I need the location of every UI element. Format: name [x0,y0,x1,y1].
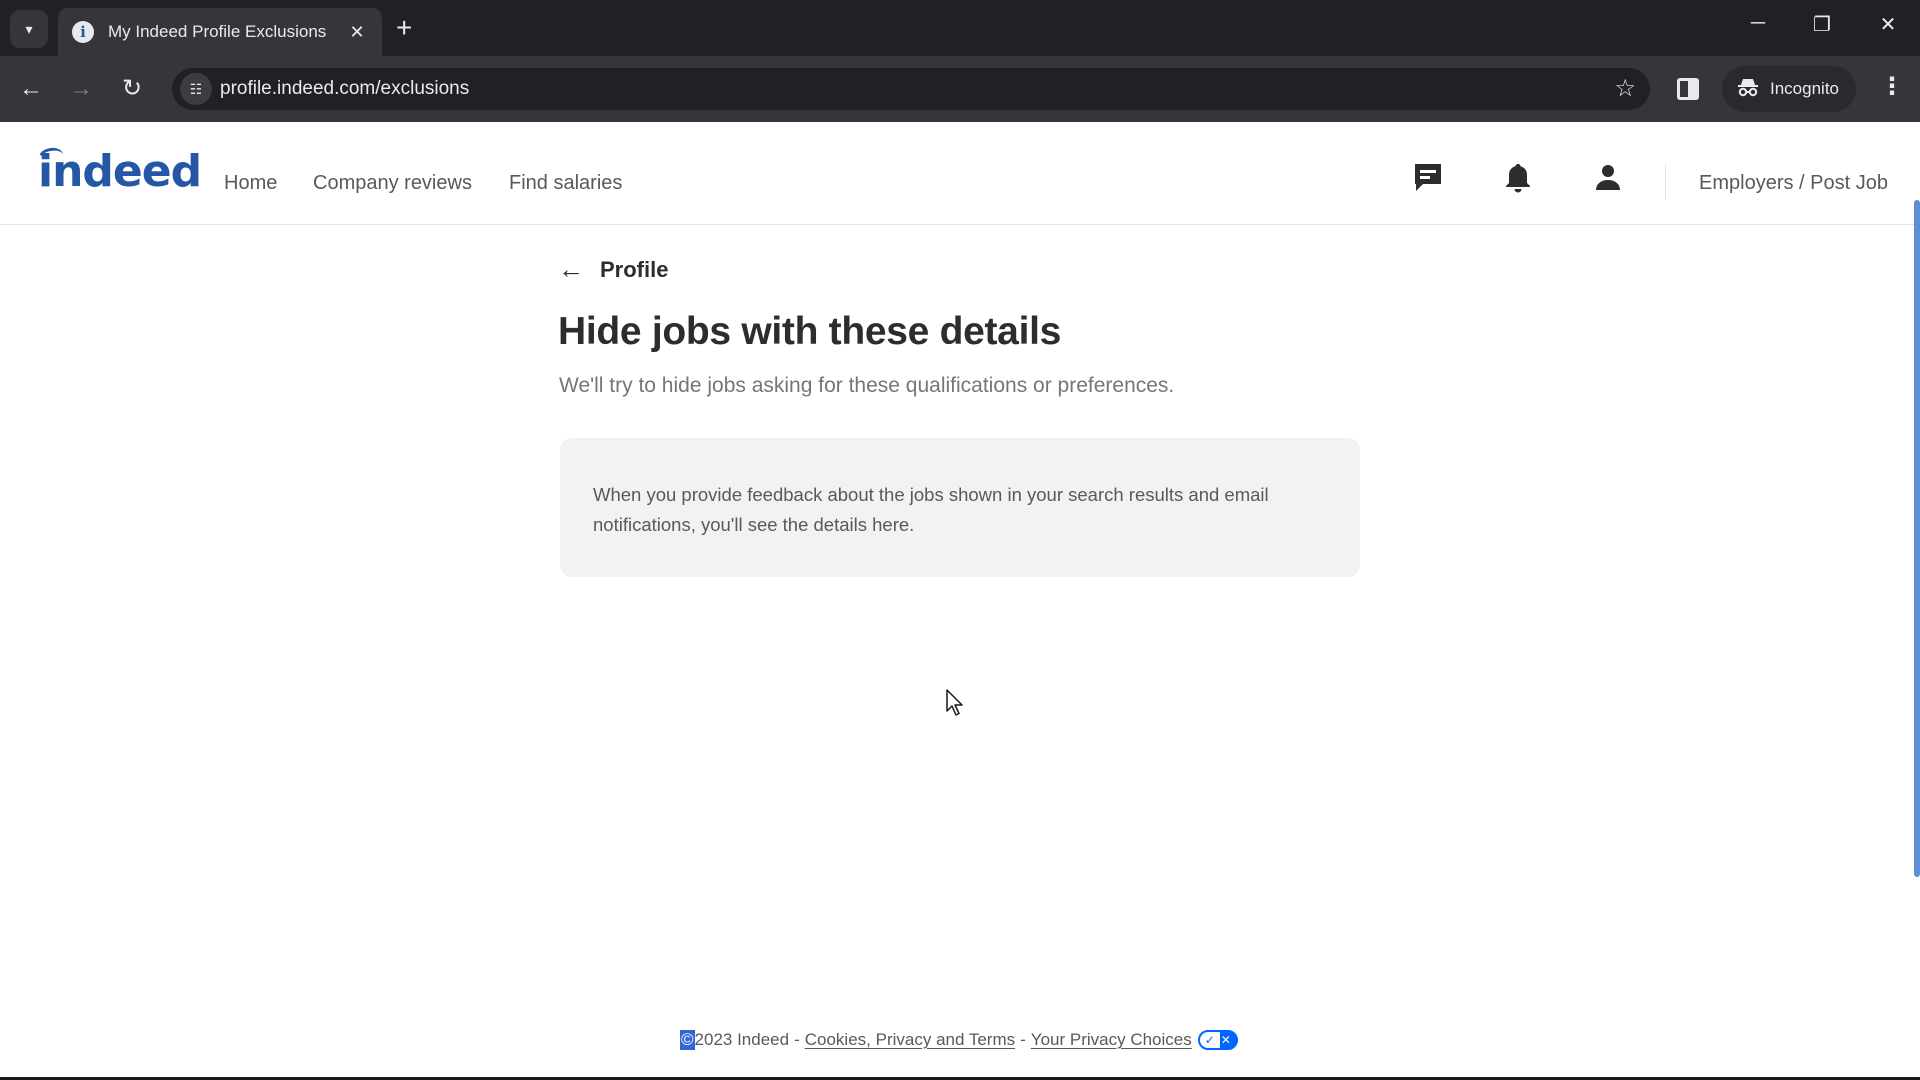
empty-state-text: When you provide feedback about the jobs… [593,484,1269,535]
restore-window-button[interactable]: ❐ [1802,12,1842,37]
check-icon: ✓ [1199,1032,1220,1048]
nav-home[interactable]: Home [224,172,277,195]
browser-toolbar: ← → ↻ ☷ profile.indeed.com/exclusions ☆ … [0,56,1920,122]
footer-separator: - [794,1030,800,1049]
indeed-logo[interactable]: indeed [38,146,202,197]
page-scrollbar[interactable] [1914,200,1920,877]
back-to-profile-link[interactable]: ← Profile [558,254,668,285]
copyright-text: 2023 Indeed [694,1030,790,1049]
page-subtitle: We'll try to hide jobs asking for these … [559,374,1175,397]
site-header: indeed Home Company reviews Find salarie… [0,122,1914,225]
tab-search-button[interactable]: ▾ [10,10,48,48]
indeed-favicon-icon: i [72,21,94,43]
profile-button[interactable] [1593,162,1623,194]
incognito-indicator[interactable]: Incognito [1722,66,1856,112]
employers-post-job-link[interactable]: Employers / Post Job [1699,172,1888,195]
incognito-label: Incognito [1770,79,1839,98]
copyright-symbol-selected: © [680,1030,695,1050]
header-divider [1665,164,1666,200]
forward-button[interactable]: → [66,74,96,104]
bell-icon [1506,164,1530,193]
privacy-choices-toggle-icon[interactable]: ✓ ✕ [1197,1030,1238,1050]
cookies-privacy-terms-link[interactable]: Cookies, Privacy and Terms [805,1030,1015,1050]
browser-menu-icon[interactable]: ⋮ [1880,72,1904,101]
site-footer: © 2023 Indeed - Cookies, Privacy and Ter… [680,1030,1238,1050]
chevron-down-icon: ▾ [25,20,33,37]
back-button[interactable]: ← [16,74,46,104]
site-info-icon[interactable]: ☷ [180,73,212,105]
minimize-window-button[interactable]: ─ [1738,12,1778,35]
browser-tab-active[interactable]: i My Indeed Profile Exclusions ✕ [58,8,382,56]
x-icon: ✕ [1220,1033,1231,1047]
mouse-cursor-icon [946,689,963,716]
back-label: Profile [600,256,669,282]
side-panel-icon[interactable] [1677,78,1699,100]
footer-separator: - [1020,1030,1026,1049]
empty-state-info-box: When you provide feedback about the jobs… [560,438,1360,577]
page-title: Hide jobs with these details [558,310,1062,353]
arrow-left-icon: ← [558,254,584,284]
your-privacy-choices-link[interactable]: Your Privacy Choices [1031,1030,1192,1050]
tab-title: My Indeed Profile Exclusions [108,22,327,41]
browser-tab-strip: ▾ i My Indeed Profile Exclusions ✕ + ─ ❐… [0,0,1920,56]
messages-button[interactable] [1413,162,1443,194]
notifications-button[interactable] [1503,162,1533,194]
reload-button[interactable]: ↻ [117,74,147,104]
nav-company-reviews[interactable]: Company reviews [313,172,472,195]
incognito-hat-icon [1738,78,1758,96]
new-tab-button[interactable]: + [396,12,412,44]
close-window-button[interactable]: ✕ [1868,12,1908,37]
person-icon [1596,165,1620,190]
address-bar[interactable]: ☷ profile.indeed.com/exclusions ☆ [172,68,1650,110]
nav-find-salaries[interactable]: Find salaries [509,172,622,195]
bookmark-star-icon[interactable]: ☆ [1614,74,1636,103]
close-tab-icon[interactable]: ✕ [346,22,368,43]
message-icon [1415,164,1441,191]
url-text[interactable]: profile.indeed.com/exclusions [220,78,469,100]
incognito-icon [1736,77,1760,102]
